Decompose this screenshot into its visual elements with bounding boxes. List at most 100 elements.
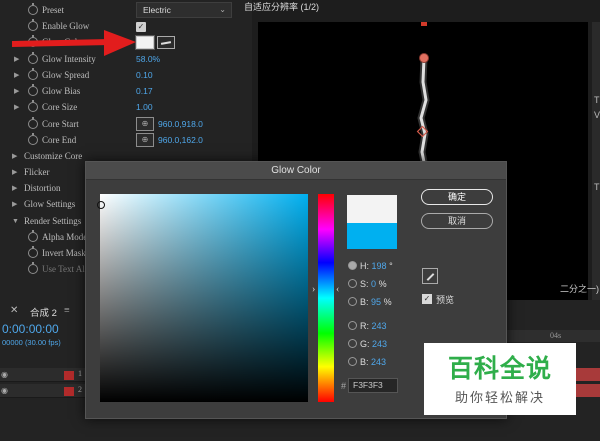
effect-label: Core End <box>42 135 77 145</box>
channel-key: B: <box>360 297 369 307</box>
ok-button[interactable]: 确定 <box>421 189 493 205</box>
eyedropper-icon[interactable] <box>157 36 175 49</box>
hue-slider[interactable] <box>318 194 334 402</box>
effect-row-glow-spread: ▶ Glow Spread 0.10 <box>0 67 252 83</box>
preview-checkbox[interactable]: ✓ <box>422 294 432 304</box>
channel-value[interactable]: 243 <box>372 339 387 349</box>
close-icon[interactable]: ✕ <box>10 305 18 316</box>
expand-triangle-icon[interactable]: ▶ <box>12 184 17 192</box>
eye-icon[interactable]: ◉ <box>1 370 8 379</box>
effect-label: Distortion <box>24 183 61 193</box>
channel-value[interactable]: 0 <box>371 279 376 289</box>
effect-label: Render Settings <box>24 216 82 226</box>
effect-value[interactable]: 960.0,162.0 <box>158 135 203 145</box>
saturation-brightness-field[interactable] <box>100 194 308 402</box>
channel-value[interactable]: 95 <box>371 297 381 307</box>
watermark-title: 百科全说 <box>447 354 552 383</box>
original-color-swatch[interactable] <box>347 223 397 249</box>
effect-label: Core Start <box>42 119 79 129</box>
expand-triangle-icon[interactable]: ▶ <box>14 103 19 111</box>
color-picker-cursor[interactable] <box>97 201 105 209</box>
current-timecode[interactable]: 0:00:00:00 <box>2 322 59 336</box>
expand-triangle-icon[interactable]: ▶ <box>14 71 19 79</box>
effect-value[interactable]: 960.0,918.0 <box>158 119 203 129</box>
red-radio[interactable] <box>348 321 357 330</box>
effect-value[interactable]: 0.17 <box>136 86 153 96</box>
viewer-resolution-dropdown[interactable]: 二分之一) <box>560 282 599 295</box>
glow-color-swatch[interactable] <box>135 35 155 50</box>
hue-slider-right-arrow-icon[interactable]: ‹ <box>336 284 339 295</box>
stopwatch-icon[interactable] <box>28 230 38 242</box>
stopwatch-icon[interactable] <box>28 117 38 129</box>
expand-triangle-icon[interactable]: ▶ <box>12 200 17 208</box>
brightness-radio[interactable] <box>348 297 357 306</box>
channel-value[interactable]: 243 <box>371 357 386 367</box>
blue-channel[interactable]: B: 243 <box>348 357 386 369</box>
stopwatch-icon[interactable] <box>28 246 38 258</box>
eye-icon[interactable]: ◉ <box>1 386 8 395</box>
green-radio[interactable] <box>348 339 357 348</box>
new-color-swatch <box>347 195 397 223</box>
layer-row[interactable]: ◉ 2 <box>0 384 88 398</box>
effect-value[interactable]: 0.10 <box>136 70 153 80</box>
effect-label: Preset <box>42 5 64 15</box>
channel-key: H: <box>360 261 369 271</box>
side-panel-letter: T <box>594 95 600 105</box>
cancel-button[interactable]: 取消 <box>421 213 493 229</box>
channel-value[interactable]: 198 <box>372 261 387 271</box>
channel-key: S: <box>360 279 369 289</box>
effect-label: Glow Settings <box>24 199 76 209</box>
stopwatch-icon[interactable] <box>28 84 38 96</box>
layer-color-label[interactable] <box>64 387 74 396</box>
layer-color-label[interactable] <box>64 371 74 380</box>
panel-menu-icon[interactable]: ≡ <box>64 305 70 316</box>
red-channel[interactable]: R: 243 <box>348 321 387 333</box>
preset-dropdown[interactable]: Electric ⌄ <box>136 2 232 18</box>
green-channel[interactable]: G: 243 <box>348 339 387 351</box>
hue-slider-left-arrow-icon[interactable]: › <box>312 284 315 295</box>
stopwatch-icon[interactable] <box>28 100 38 112</box>
crosshair-icon[interactable]: ⊕ <box>136 117 154 131</box>
stopwatch-icon[interactable] <box>28 262 38 274</box>
effect-label: Flicker <box>24 167 50 177</box>
watermark-subtitle: 助你轻松解决 <box>454 391 545 406</box>
dialog-title[interactable]: Glow Color <box>86 162 506 180</box>
crosshair-icon[interactable]: ⊕ <box>136 133 154 147</box>
effect-label: Use Text Al <box>42 264 85 274</box>
viewer-resolution-label[interactable]: 自适应分辨率 (1/2) <box>244 0 319 13</box>
preview-label: 预览 <box>436 295 455 305</box>
layer-row[interactable]: ◉ 1 <box>0 368 88 382</box>
stopwatch-icon[interactable] <box>28 3 38 15</box>
side-panel-letter: V <box>594 110 600 120</box>
effect-value[interactable]: 1.00 <box>136 102 153 112</box>
layer-number: 2 <box>78 385 82 394</box>
hue-channel[interactable]: H: 198 ° <box>348 261 393 273</box>
timeline-tab[interactable]: 合成 2 <box>30 305 57 319</box>
saturation-radio[interactable] <box>348 279 357 288</box>
eyedropper-icon[interactable] <box>422 268 438 284</box>
stopwatch-icon[interactable] <box>28 68 38 80</box>
effect-row-core-end: Core End ⊕ 960.0,162.0 <box>0 132 252 148</box>
ruler-tick-label: 04s <box>550 331 562 340</box>
red-arrow-annotation <box>12 30 136 56</box>
frame-rate-label: 00000 (30.00 fps) <box>2 338 61 347</box>
expand-triangle-icon[interactable]: ▶ <box>12 152 17 160</box>
expand-triangle-icon[interactable]: ▶ <box>14 87 19 95</box>
saturation-channel[interactable]: S: 0 % <box>348 279 387 291</box>
effect-row-glow-bias: ▶ Glow Bias 0.17 <box>0 83 252 99</box>
hex-color-input[interactable]: F3F3F3 <box>348 378 398 393</box>
preset-value: Electric <box>143 5 171 15</box>
hue-radio[interactable] <box>348 261 357 270</box>
effect-label: Invert Mask <box>42 248 86 258</box>
collapse-triangle-icon[interactable]: ▼ <box>12 217 19 225</box>
effect-label: Glow Bias <box>42 86 81 96</box>
blue-radio[interactable] <box>348 357 357 366</box>
channel-value[interactable]: 243 <box>372 321 387 331</box>
brightness-channel[interactable]: B: 95 % <box>348 297 392 309</box>
viewer-side-strip <box>592 22 600 322</box>
effect-value[interactable]: 58.0% <box>136 54 160 64</box>
channel-key: B: <box>360 357 369 367</box>
expand-triangle-icon[interactable]: ▶ <box>12 168 17 176</box>
chevron-down-icon: ⌄ <box>219 5 226 14</box>
stopwatch-icon[interactable] <box>28 133 38 145</box>
